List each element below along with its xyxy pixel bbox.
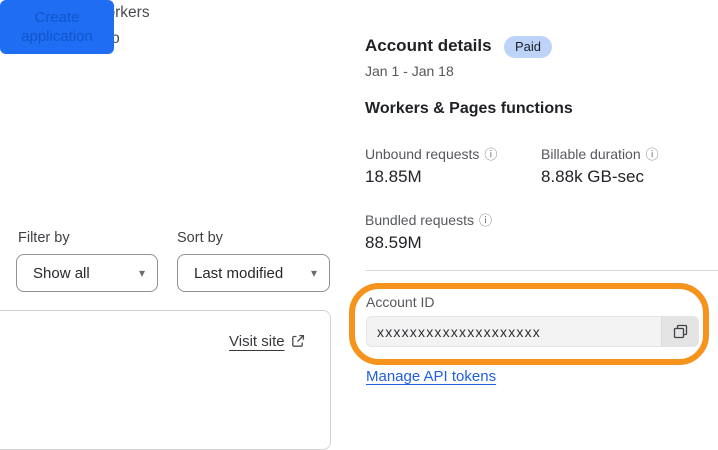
account-details-title: Account details — [365, 36, 492, 55]
workers-pages-functions-title: Workers & Pages functions — [365, 100, 573, 117]
copy-icon — [673, 324, 688, 339]
unbound-requests-label: Unbound requests ⓘ — [365, 146, 498, 162]
project-card — [0, 310, 331, 450]
account-id-field — [366, 316, 699, 347]
create-application-button[interactable]: Create application — [0, 0, 114, 54]
info-icon[interactable]: ⓘ — [479, 213, 492, 228]
visit-site-label: Visit site — [229, 333, 285, 350]
paid-plan-badge: Paid — [504, 36, 553, 58]
sort-dropdown-value: Last modified — [194, 264, 284, 282]
date-range: Jan 1 - Jan 18 — [365, 63, 454, 79]
copy-button[interactable] — [661, 317, 698, 346]
chevron-down-icon: ▾ — [138, 266, 145, 280]
filter-dropdown[interactable]: Show all ▾ — [16, 254, 158, 292]
external-link-icon — [291, 334, 305, 348]
billable-duration-value: 8.88k GB-sec — [541, 167, 644, 186]
filter-by-label: Filter by — [18, 230, 70, 246]
divider — [365, 270, 718, 271]
account-id-label: Account ID — [366, 294, 435, 310]
filter-dropdown-value: Show all — [33, 264, 90, 282]
visit-site-link[interactable]: Visit site — [229, 333, 307, 350]
unbound-requests-value: 18.85M — [365, 167, 422, 186]
manage-api-tokens-link[interactable]: Manage API tokens — [366, 368, 496, 385]
chevron-down-icon: ▾ — [310, 266, 317, 280]
info-icon[interactable]: ⓘ — [646, 147, 659, 162]
info-icon[interactable]: ⓘ — [484, 147, 497, 162]
billable-duration-label: Billable duration ⓘ — [541, 146, 659, 162]
account-id-input[interactable] — [367, 323, 661, 340]
bundled-requests-value: 88.59M — [365, 233, 422, 252]
sort-dropdown[interactable]: Last modified ▾ — [177, 254, 330, 292]
bundled-requests-label: Bundled requests ⓘ — [365, 212, 492, 228]
sort-by-label: Sort by — [177, 230, 223, 246]
